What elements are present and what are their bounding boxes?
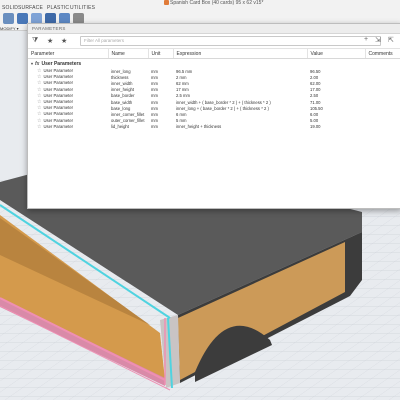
cell-expression[interactable]: inner_height + thickness	[173, 124, 307, 130]
star-icon[interactable]: ☆	[37, 93, 41, 99]
add-parameter-icon[interactable]: +	[364, 36, 368, 43]
parameter-type: User Parameter	[43, 105, 74, 111]
dialog-title: PARAMETERS	[28, 24, 400, 34]
col-name[interactable]: Name	[108, 49, 149, 59]
cell-name[interactable]: outer_corner_fillet	[108, 118, 148, 124]
group-label: User Parameters	[41, 60, 82, 67]
caret-down-icon[interactable]: ▾	[31, 61, 33, 66]
parameter-type: User Parameter	[43, 74, 74, 80]
star-icon[interactable]: ☆	[37, 99, 41, 105]
function-icon: fx	[35, 60, 40, 67]
parameter-type: User Parameter	[43, 123, 74, 129]
tab-solid[interactable]: SOLID	[2, 5, 18, 11]
tab-surface[interactable]: SURFACE	[18, 5, 43, 11]
export-icon[interactable]: ⇱	[388, 36, 394, 44]
modify-dropdown[interactable]: MODIFY ▾	[0, 26, 19, 31]
cell-comments[interactable]	[365, 124, 400, 130]
dialog-toolbar: ⧩ ★ ★ Filter All parameters + ⇲ ⇱	[28, 34, 400, 49]
star-icon[interactable]: ☆	[37, 105, 41, 111]
parameter-type: User Parameter	[43, 68, 74, 74]
parameter-type: User Parameter	[43, 117, 74, 123]
parameter-type: User Parameter	[43, 99, 74, 105]
col-comments[interactable]: Comments	[365, 49, 400, 59]
group-user-parameters[interactable]: ▾ fx User Parameters	[28, 59, 400, 69]
cell-value[interactable]: 19.00	[307, 124, 365, 130]
parameters-table: Parameter Name Unit Expression Value Com…	[28, 49, 400, 130]
parameter-type: User Parameter	[43, 80, 74, 86]
star-icon[interactable]: ☆	[37, 80, 41, 86]
star-icon[interactable]: ☆	[37, 87, 41, 93]
filter-icon[interactable]: ⧩	[32, 37, 38, 45]
filter-input[interactable]: Filter All parameters	[80, 36, 381, 46]
tab-utilities[interactable]: UTILITIES	[70, 5, 95, 11]
document-icon	[164, 0, 169, 5]
col-unit[interactable]: Unit	[148, 49, 174, 59]
extrude-icon[interactable]	[3, 13, 14, 24]
cell-name[interactable]: lid_height	[108, 124, 148, 130]
col-expression[interactable]: Expression	[173, 49, 308, 59]
col-value[interactable]: Value	[307, 49, 366, 59]
star-icon[interactable]: ☆	[37, 74, 41, 80]
import-icon[interactable]: ⇲	[375, 36, 381, 44]
table-row[interactable]: ☆ User Parameter lid_height mm inner_height …	[28, 124, 400, 130]
star-icon[interactable]: ☆	[37, 111, 41, 117]
parameters-dialog: PARAMETERS ⧩ ★ ★ Filter All parameters +…	[27, 23, 400, 209]
document-title: Spanish Card Box (40 cards) 95 x 62 v15*	[170, 0, 264, 6]
star-icon[interactable]: ☆	[37, 118, 41, 124]
cell-name[interactable]: inner_corner_fillet	[108, 111, 148, 117]
star-icon[interactable]: ★	[47, 37, 53, 45]
cell-parameter[interactable]: ☆ User Parameter	[28, 124, 108, 130]
parameter-type: User Parameter	[43, 111, 74, 117]
tab-plastic[interactable]: PLASTIC	[47, 5, 69, 11]
cell-unit[interactable]: mm	[148, 124, 173, 130]
parameter-type: User Parameter	[43, 92, 74, 98]
star-icon[interactable]: ☆	[37, 68, 41, 74]
parameter-type: User Parameter	[43, 86, 74, 92]
star-icon[interactable]: ☆	[37, 124, 41, 130]
col-parameter[interactable]: Parameter	[28, 49, 109, 59]
favorite-filter-icon[interactable]: ★	[61, 37, 67, 45]
